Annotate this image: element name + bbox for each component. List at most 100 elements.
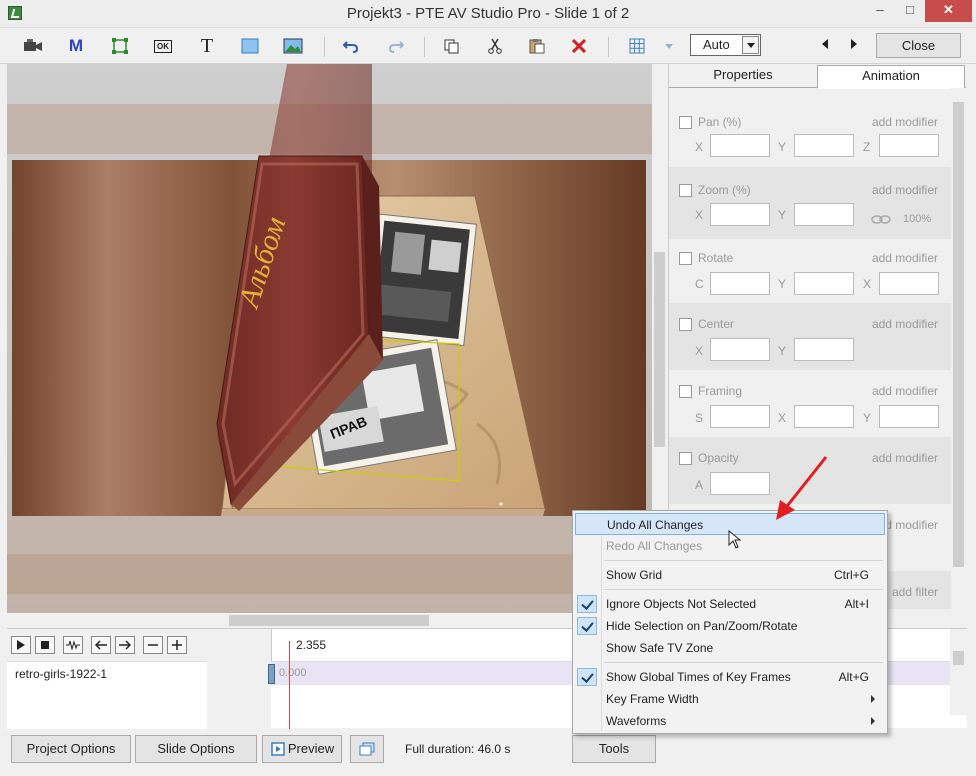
- menu-item-waveforms[interactable]: Waveforms: [575, 710, 885, 732]
- zoom-in-icon[interactable]: [167, 636, 187, 654]
- timeline-vertical-scrollbar[interactable]: [950, 629, 967, 715]
- tools-button[interactable]: Tools: [572, 735, 656, 763]
- rotate-x-field[interactable]: [879, 272, 939, 295]
- add-modifier-link[interactable]: add modifier: [872, 384, 938, 398]
- framing-checkbox[interactable]: [679, 384, 692, 398]
- text-icon[interactable]: T: [194, 34, 220, 58]
- center-y-field[interactable]: [794, 338, 854, 361]
- menu-item-label: Show Grid: [606, 568, 663, 582]
- cut-icon[interactable]: [482, 34, 508, 58]
- track-name[interactable]: retro-girls-1922-1: [7, 661, 207, 685]
- close-button[interactable]: Close: [876, 33, 961, 58]
- slide-canvas[interactable]: ПРАВ Альбом: [7, 64, 652, 613]
- arrow-left-icon[interactable]: [91, 636, 111, 654]
- pan-x-field[interactable]: [710, 134, 770, 157]
- add-modifier-link[interactable]: add modifier: [872, 115, 938, 129]
- add-modifier-link[interactable]: add modifier: [872, 251, 938, 265]
- rotate-c-field[interactable]: [710, 272, 770, 295]
- scroll-thumb[interactable]: [953, 651, 964, 665]
- annotation-arrow-icon: [776, 456, 828, 520]
- menu-item-ignore-objects-not-selected[interactable]: Ignore Objects Not Selected Alt+I: [575, 593, 885, 615]
- field-label: Z: [863, 140, 871, 154]
- pan-checkbox[interactable]: [679, 115, 692, 129]
- menu-item-show-global-times[interactable]: Show Global Times of Key Frames Alt+G: [575, 666, 885, 688]
- bottom-bar: Project Options Slide Options Preview Fu…: [0, 729, 976, 776]
- zoom-select-value: Auto: [703, 37, 730, 52]
- framing-s-field[interactable]: [710, 405, 770, 428]
- delete-icon[interactable]: [566, 34, 592, 58]
- add-modifier-link[interactable]: add modifier: [872, 317, 938, 331]
- grid-dropdown-icon[interactable]: [656, 34, 682, 58]
- zoom-select[interactable]: Auto: [690, 34, 761, 56]
- camera-icon[interactable]: [20, 34, 46, 58]
- current-time-label: 2.355: [296, 638, 327, 652]
- grid-icon[interactable]: [624, 34, 650, 58]
- preview-button[interactable]: Preview: [262, 735, 342, 763]
- waveform-icon[interactable]: [63, 636, 83, 654]
- tab-properties[interactable]: Properties: [669, 65, 817, 88]
- keyframe-marker[interactable]: [268, 664, 275, 684]
- menu-item-label: Undo All Changes: [607, 518, 704, 532]
- menu-item-hide-selection[interactable]: Hide Selection on Pan/Zoom/Rotate: [575, 615, 885, 637]
- menu-item-label: Key Frame Width: [606, 692, 699, 706]
- zoom-checkbox[interactable]: [679, 183, 692, 197]
- pan-label: Pan (%): [698, 115, 742, 129]
- zoom-x-field[interactable]: [710, 203, 770, 226]
- redo-icon[interactable]: [383, 34, 409, 58]
- toolbar-separator: [608, 37, 609, 57]
- zoom-section: Zoom (%) add modifier X Y 100%: [669, 167, 951, 239]
- canvas-horizontal-scrollbar[interactable]: [7, 613, 652, 628]
- image-icon[interactable]: [280, 34, 306, 58]
- tab-animation[interactable]: Animation: [817, 65, 965, 89]
- slides-list-button[interactable]: [350, 735, 384, 763]
- link-icon[interactable]: [871, 215, 891, 224]
- arrow-right-icon[interactable]: [115, 636, 135, 654]
- add-modifier-link[interactable]: add modifier: [872, 451, 938, 465]
- framing-x-field[interactable]: [794, 405, 854, 428]
- scroll-thumb[interactable]: [654, 252, 665, 447]
- field-label: X: [778, 411, 787, 425]
- zoom-out-icon[interactable]: [143, 636, 163, 654]
- panel-vertical-scrollbar[interactable]: [951, 88, 966, 628]
- field-label: Y: [778, 208, 787, 222]
- previous-slide-icon[interactable]: [822, 39, 828, 49]
- menu-item-show-grid[interactable]: Show Grid Ctrl+G: [575, 564, 885, 586]
- zoom-y-field[interactable]: [794, 203, 854, 226]
- menu-item-label: Hide Selection on Pan/Zoom/Rotate: [606, 619, 798, 633]
- rectangle-icon[interactable]: [237, 34, 263, 58]
- framing-y-field[interactable]: [879, 405, 939, 428]
- menu-item-show-safe-tv-zone[interactable]: Show Safe TV Zone: [575, 637, 885, 659]
- add-modifier-link[interactable]: add modifier: [872, 183, 938, 197]
- mask-icon[interactable]: M: [63, 34, 89, 58]
- play-icon[interactable]: [11, 636, 31, 654]
- paste-icon[interactable]: [524, 34, 550, 58]
- center-x-field[interactable]: [710, 338, 770, 361]
- pan-z-field[interactable]: [879, 134, 939, 157]
- minimize-button[interactable]: ‒: [866, 0, 894, 22]
- frame-icon[interactable]: [107, 34, 133, 58]
- slide-options-button[interactable]: Slide Options: [135, 735, 257, 763]
- field-label: Y: [778, 140, 787, 154]
- close-window-button[interactable]: ✕: [925, 0, 972, 22]
- pan-y-field[interactable]: [794, 134, 854, 157]
- maximize-button[interactable]: □: [896, 0, 924, 22]
- rotate-label: Rotate: [698, 251, 734, 265]
- next-slide-icon[interactable]: [851, 39, 857, 49]
- menu-item-key-frame-width[interactable]: Key Frame Width: [575, 688, 885, 710]
- scroll-thumb[interactable]: [953, 102, 964, 567]
- opacity-checkbox[interactable]: [679, 451, 692, 465]
- chevron-down-icon[interactable]: [742, 36, 759, 54]
- playhead-cursor[interactable]: [289, 641, 290, 729]
- rotate-y-field[interactable]: [794, 272, 854, 295]
- undo-icon[interactable]: [338, 34, 364, 58]
- add-filter-link[interactable]: add filter: [892, 585, 938, 599]
- zoom-link-value: 100%: [903, 213, 932, 225]
- rotate-checkbox[interactable]: [679, 251, 692, 265]
- opacity-a-field[interactable]: [710, 472, 770, 495]
- center-checkbox[interactable]: [679, 317, 692, 331]
- button-object-icon[interactable]: OK: [150, 34, 176, 58]
- scroll-thumb[interactable]: [229, 615, 429, 626]
- copy-icon[interactable]: [439, 34, 465, 58]
- project-options-button[interactable]: Project Options: [11, 735, 131, 763]
- stop-icon[interactable]: [35, 636, 55, 654]
